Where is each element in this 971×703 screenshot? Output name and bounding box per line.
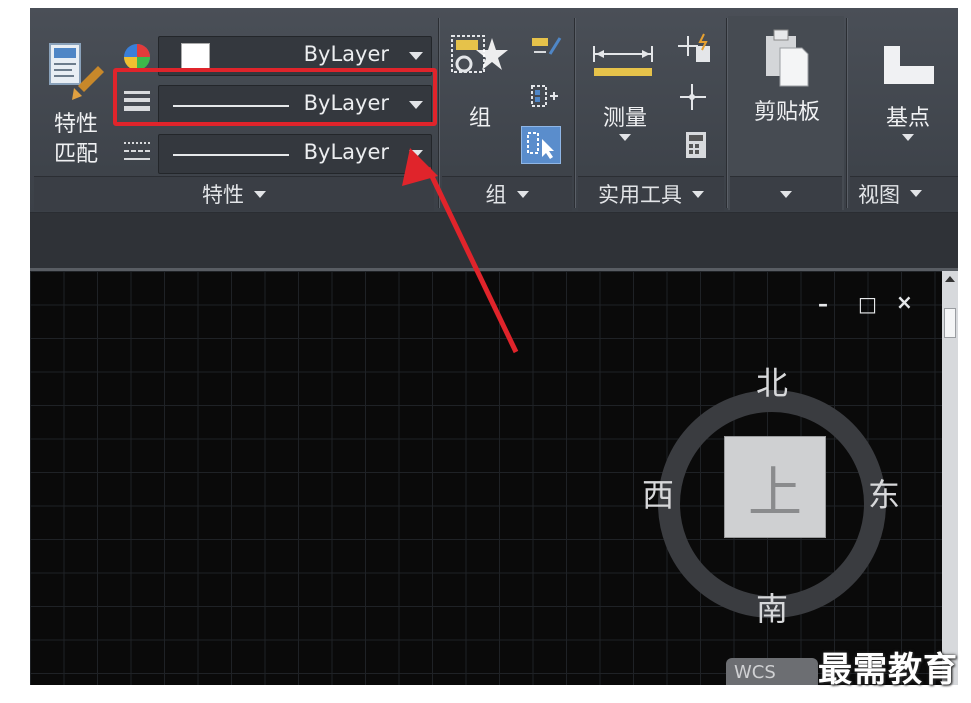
annotation-arrow (402, 148, 519, 354)
watermark-text: 最需教育 (818, 650, 958, 690)
autocad-window: 特性 匹配 ByLayer ByLayer ByLayer 特性 组 组 测量 … (30, 8, 958, 685)
